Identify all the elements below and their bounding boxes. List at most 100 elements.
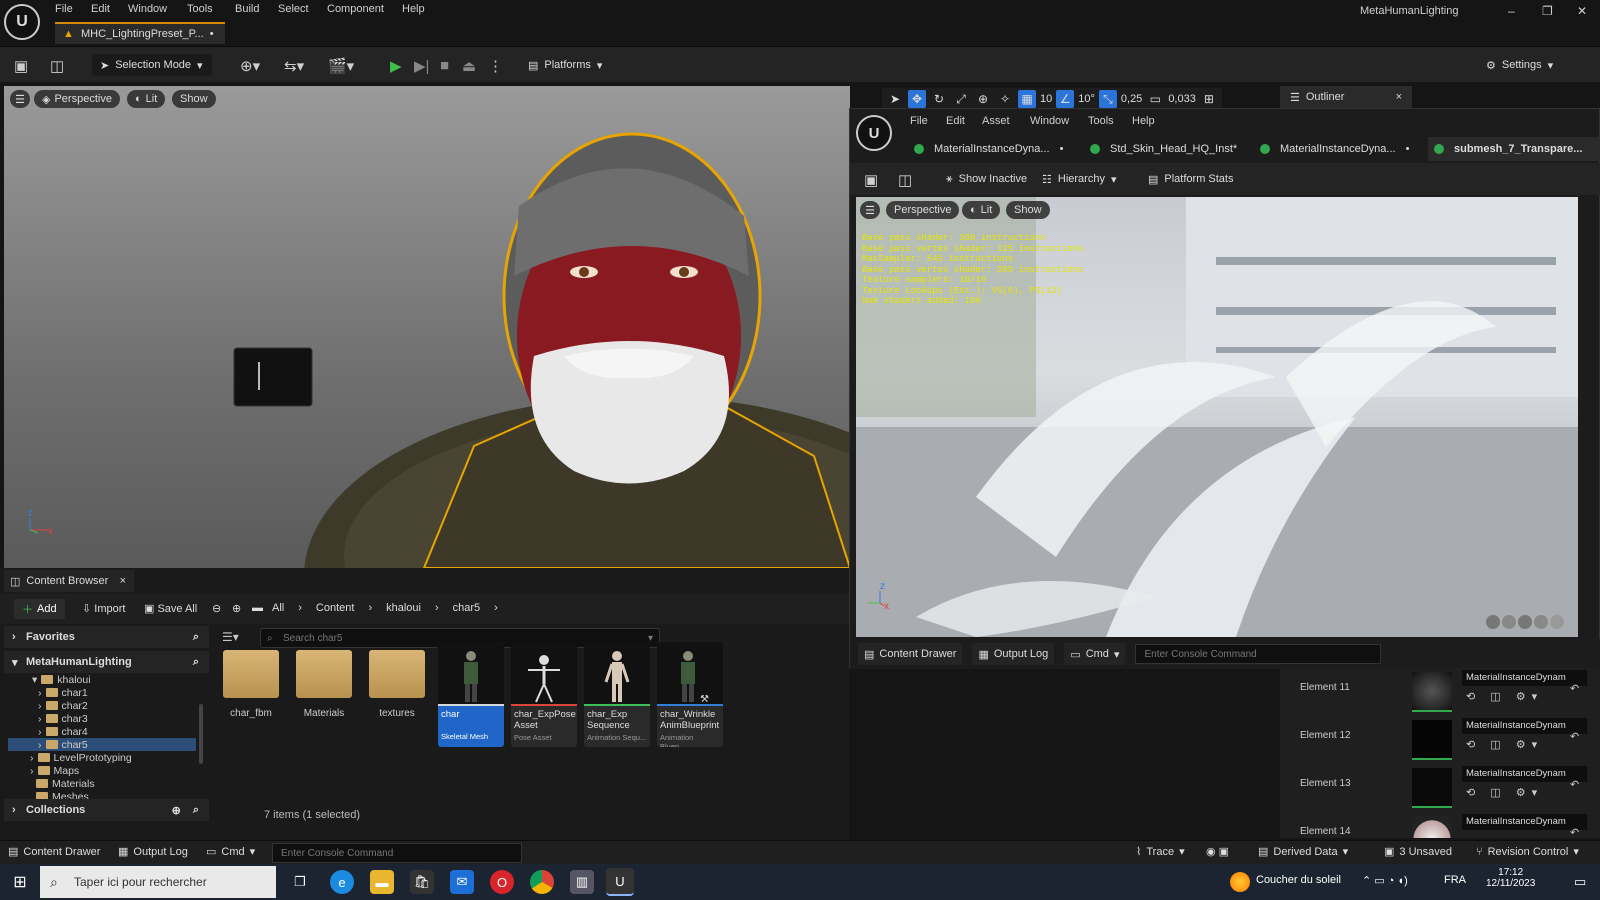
- grid-snap-icon[interactable]: ▦: [1018, 90, 1036, 108]
- select-icon[interactable]: ➤: [886, 90, 904, 108]
- scale-icon[interactable]: ⤢: [952, 90, 970, 108]
- rotation-snap-icon[interactable]: ∠: [1056, 90, 1075, 108]
- slot-actions[interactable]: ⟲ ◫ ⚙▾: [1466, 738, 1543, 751]
- platform-stats-button[interactable]: ▤ Platform Stats: [1140, 168, 1241, 190]
- menu-tools[interactable]: Tools: [187, 3, 213, 15]
- close-button[interactable]: ✕: [1577, 4, 1587, 18]
- world-icon[interactable]: ⊕: [974, 90, 992, 108]
- unreal-taskbar-icon[interactable]: U: [606, 868, 634, 896]
- breadcrumb-item[interactable]: Content: [316, 602, 355, 614]
- selection-mode-button[interactable]: ➤ Selection Mode ▾: [92, 54, 212, 76]
- menu-tools[interactable]: Tools: [1088, 115, 1114, 127]
- layout-icon[interactable]: ⊞: [1200, 90, 1218, 108]
- content-drawer-button[interactable]: ▤ Content Drawer: [858, 643, 963, 665]
- level-tab[interactable]: ▲ MHC_LightingPreset_P... •: [55, 22, 225, 44]
- reset-icon[interactable]: ↶: [1570, 682, 1579, 695]
- add-actor-icon[interactable]: ⊕▾: [240, 57, 260, 75]
- cmd-button[interactable]: ▭ Cmd ▾: [206, 845, 255, 859]
- lit-button[interactable]: ◐ Lit: [962, 201, 1001, 219]
- search-icon[interactable]: ⌕: [193, 656, 199, 669]
- folder-tile[interactable]: char_fbm: [218, 642, 284, 719]
- outliner-tab[interactable]: ☰ Outliner ×: [1280, 86, 1412, 108]
- console-input[interactable]: Enter Console Command: [272, 843, 522, 863]
- collections-section[interactable]: › Collections ⊕ ⌕: [4, 799, 209, 821]
- console-input[interactable]: Enter Console Command: [1135, 644, 1382, 664]
- reset-icon[interactable]: ↶: [1570, 826, 1579, 838]
- trace-button[interactable]: ⌇ Trace ▾: [1136, 845, 1185, 859]
- scale-snap-icon[interactable]: ⤡: [1098, 90, 1117, 108]
- menu-build[interactable]: Build: [235, 3, 259, 15]
- material-instance-field[interactable]: MaterialInstanceDynam: [1462, 766, 1587, 782]
- settings-button[interactable]: ⚙ Settings ▾: [1478, 54, 1561, 76]
- show-inactive-button[interactable]: ⚹ Show Inactive: [938, 168, 1035, 190]
- mail-icon[interactable]: ✉: [450, 870, 474, 894]
- material-thumbnail[interactable]: [1412, 672, 1452, 712]
- menu-asset[interactable]: Asset: [982, 115, 1010, 127]
- grid-snap-value[interactable]: 10: [1040, 93, 1052, 105]
- tree-item-levelprototyping[interactable]: › LevelPrototyping: [30, 751, 132, 764]
- camera-speed-icon[interactable]: ▭: [1146, 90, 1164, 108]
- tree-item-char2[interactable]: › char2: [38, 699, 88, 712]
- add-button[interactable]: ＋ Add: [14, 599, 65, 619]
- material-instance-field[interactable]: MaterialInstanceDynam: [1462, 670, 1587, 686]
- close-icon[interactable]: ×: [1396, 91, 1402, 103]
- slot-actions[interactable]: ⟲ ◫ ⚙▾: [1466, 690, 1543, 703]
- material-instance-field[interactable]: MaterialInstanceDynam: [1462, 718, 1587, 734]
- eject-icon[interactable]: ⏏: [462, 57, 476, 75]
- save-icon[interactable]: ▣: [864, 171, 878, 189]
- project-section[interactable]: ▾ MetaHumanLighting ⌕: [4, 651, 209, 673]
- material-tab-3[interactable]: MaterialInstanceDyna... •: [1260, 137, 1409, 161]
- tray-icons[interactable]: ⌃ ▭ ◔ ◖): [1362, 874, 1408, 887]
- sphere-icon[interactable]: [1486, 615, 1500, 629]
- asset-tile[interactable]: char_ExpPose Asset Pose Asset: [511, 642, 577, 747]
- tree-item-char1[interactable]: › char1: [38, 686, 88, 699]
- blueprint-icon[interactable]: ⇆▾: [284, 57, 304, 75]
- folder-tile[interactable]: Materials: [291, 642, 357, 719]
- breadcrumb-item[interactable]: khaloui: [386, 602, 421, 614]
- favorites-section[interactable]: › Favorites ⌕: [4, 626, 209, 648]
- hierarchy-button[interactable]: ☷ Hierarchy ▾: [1034, 168, 1124, 190]
- surface-snap-icon[interactable]: ✧: [996, 90, 1014, 108]
- show-button[interactable]: Show: [172, 90, 216, 108]
- camera-speed-value[interactable]: 0,033: [1168, 93, 1196, 105]
- windows-start-icon[interactable]: ⊞: [8, 870, 32, 894]
- tree-item-maps[interactable]: › Maps: [30, 764, 79, 777]
- maximize-button[interactable]: ❐: [1542, 4, 1553, 18]
- breadcrumb-item[interactable]: char5: [453, 602, 481, 614]
- play-icon[interactable]: ▶: [390, 57, 402, 75]
- cube-icon[interactable]: [1534, 615, 1548, 629]
- show-button[interactable]: Show: [1006, 201, 1050, 219]
- tree-item-char5[interactable]: › char5: [8, 738, 196, 751]
- stop-icon[interactable]: ■: [440, 57, 449, 74]
- language-indicator[interactable]: FRA: [1444, 874, 1466, 886]
- unreal-logo[interactable]: U: [4, 4, 40, 40]
- menu-help[interactable]: Help: [1132, 115, 1155, 127]
- tree-item-materials[interactable]: Materials: [36, 777, 95, 790]
- back-icon[interactable]: ⊖: [212, 602, 221, 615]
- tree-item-char4[interactable]: › char4: [38, 725, 88, 738]
- menu-file[interactable]: File: [55, 3, 73, 15]
- output-log-button[interactable]: ▦ Output Log: [118, 845, 188, 859]
- edge-icon[interactable]: e: [330, 870, 354, 894]
- material-thumbnail[interactable]: [1412, 768, 1452, 808]
- weather-label[interactable]: Coucher du soleil: [1256, 874, 1341, 886]
- material-tab-4[interactable]: submesh_7_Transpare...: [1428, 137, 1600, 161]
- output-log-button[interactable]: ▦ Output Log: [972, 643, 1055, 665]
- viewport-menu-icon[interactable]: ☰: [860, 201, 880, 219]
- teapot-icon[interactable]: [1550, 615, 1564, 629]
- add-collection-icon[interactable]: ⊕: [172, 804, 181, 817]
- minimize-button[interactable]: –: [1508, 4, 1515, 18]
- menu-help[interactable]: Help: [402, 3, 425, 15]
- menu-file[interactable]: File: [910, 115, 928, 127]
- menu-edit[interactable]: Edit: [946, 115, 965, 127]
- notifications-icon[interactable]: ▭: [1574, 874, 1586, 890]
- cmd-button[interactable]: ▭ Cmd ▾: [1064, 643, 1126, 665]
- perspective-button[interactable]: Perspective: [886, 201, 960, 219]
- clock[interactable]: 17:12 12/11/2023: [1486, 867, 1535, 889]
- slot-actions[interactable]: ⟲ ◫ ⚙▾: [1466, 786, 1543, 799]
- app-icon[interactable]: ▥: [570, 870, 594, 894]
- lit-button[interactable]: ◐ Lit: [127, 90, 166, 108]
- material-tab-2[interactable]: Std_Skin_Head_HQ_Inst*: [1090, 137, 1237, 161]
- task-view-icon[interactable]: ❐: [288, 870, 312, 894]
- import-button[interactable]: ⇩ Import: [82, 602, 125, 615]
